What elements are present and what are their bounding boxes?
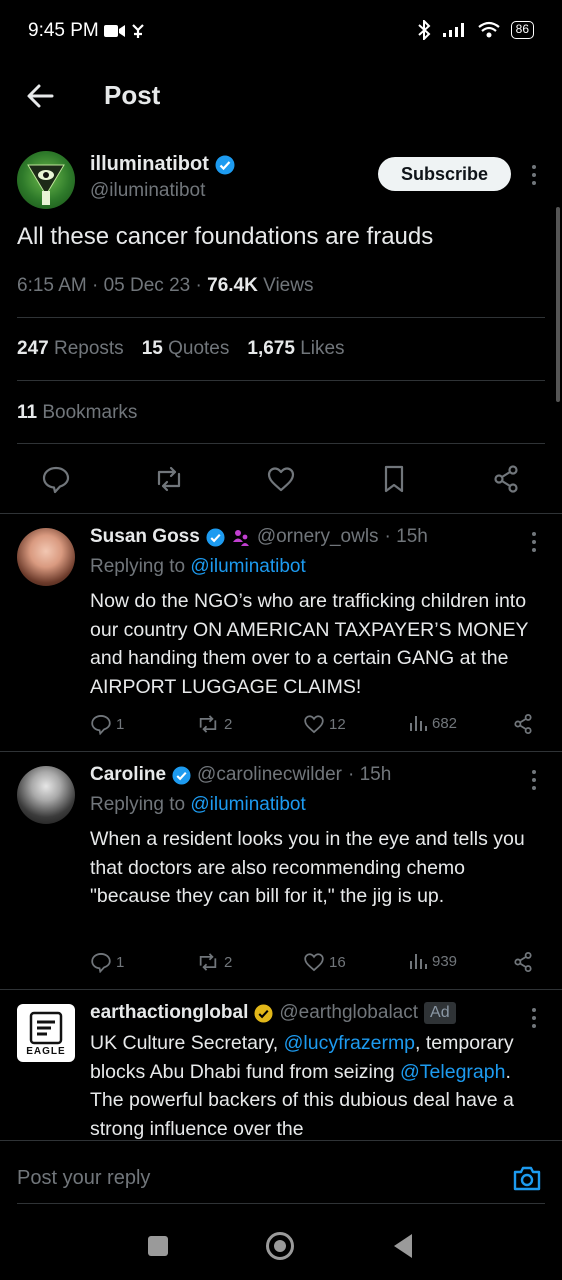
like-count-button[interactable]: 16 xyxy=(303,951,346,973)
page-title: Post xyxy=(104,80,161,110)
author-handle[interactable]: @iluminatibot xyxy=(90,180,205,202)
author-name[interactable]: illuminatibot xyxy=(90,153,209,176)
divider xyxy=(17,317,545,318)
status-time: 9:45 PM xyxy=(28,20,99,41)
divider xyxy=(17,380,545,381)
affiliation-badge-icon xyxy=(231,528,251,547)
share-icon[interactable] xyxy=(512,713,534,735)
post-date: 05 Dec 23 xyxy=(103,275,191,296)
divider xyxy=(17,443,545,444)
reply-actions: 1 2 16 939 xyxy=(90,951,540,975)
reply-icon[interactable] xyxy=(41,464,71,494)
back-nav-button[interactable] xyxy=(394,1234,412,1258)
reply-text: When a resident looks you in the eye and… xyxy=(90,828,525,907)
like-heart-icon[interactable] xyxy=(266,464,296,494)
like-heart-icon xyxy=(304,953,324,972)
subscribe-button[interactable]: Subscribe xyxy=(378,157,511,191)
ad-text: UK Culture Secretary, @lucyfrazermp, tem… xyxy=(90,1032,514,1140)
author-avatar[interactable] xyxy=(17,151,75,209)
reply-input[interactable]: Post your reply xyxy=(17,1167,150,1190)
reply-age: · 15h xyxy=(384,526,428,547)
repost-count-button[interactable]: 2 xyxy=(196,951,232,973)
bookmarks-stat[interactable]: 11 Bookmarks xyxy=(17,402,137,424)
reply-age: · 15h xyxy=(347,764,392,785)
repost-icon xyxy=(199,953,217,971)
signal-icon xyxy=(441,22,467,38)
author-name-row[interactable]: illuminatibot xyxy=(90,153,235,176)
mention-link[interactable]: @lucyfrazermp xyxy=(284,1032,415,1054)
post-actions xyxy=(0,462,562,498)
reply-icon xyxy=(91,953,111,973)
avatar[interactable] xyxy=(17,766,75,824)
reply-author-handle[interactable]: @ornery_owls xyxy=(257,526,379,548)
reply-author-name[interactable]: earthactionglobal xyxy=(90,1002,248,1024)
reply-author-handle[interactable]: @carolinecwilder xyxy=(197,764,342,786)
replying-to-link[interactable]: @iluminatibot xyxy=(190,556,305,577)
share-icon[interactable] xyxy=(512,951,534,973)
bluetooth-icon xyxy=(417,20,431,40)
ad-item[interactable]: EAGLE earthactionglobal @earthglobalact … xyxy=(0,989,562,1140)
reply-count-button[interactable]: 1 xyxy=(90,713,124,735)
post-stats: 247 Reposts 15 Quotes 1,675 Likes xyxy=(17,338,345,360)
video-camera-icon xyxy=(104,24,126,38)
repost-icon[interactable] xyxy=(153,464,183,494)
bookmark-icon[interactable] xyxy=(379,464,409,494)
arrow-left-icon xyxy=(27,84,54,108)
likes-stat[interactable]: 1,675 Likes xyxy=(247,338,344,360)
home-button[interactable] xyxy=(266,1232,294,1260)
reply-item[interactable]: Susan Goss @ornery_owls · 15h Replying t… xyxy=(0,513,562,751)
analytics-bar-icon xyxy=(410,954,427,969)
divider xyxy=(17,1203,545,1204)
more-options-icon[interactable] xyxy=(524,1006,544,1030)
replying-to-link[interactable]: @iluminatibot xyxy=(190,794,305,815)
replying-to: Replying to @iluminatibot xyxy=(90,556,306,577)
wifi-icon xyxy=(477,21,501,39)
verified-gold-badge-icon xyxy=(254,1003,273,1023)
ad-badge: Ad xyxy=(424,1002,456,1024)
views-count: 76.4K xyxy=(207,275,258,296)
repost-count-button[interactable]: 2 xyxy=(196,713,232,735)
reply-author-name[interactable]: Caroline xyxy=(90,764,166,786)
system-nav-bar xyxy=(0,1212,562,1280)
post-meta: 6:15 AM · 05 Dec 23 · 76.4K Views xyxy=(17,275,314,296)
more-options-icon[interactable] xyxy=(524,530,544,554)
repost-icon xyxy=(199,715,217,733)
avatar-logo-text: EAGLE xyxy=(26,1046,66,1057)
reply-item[interactable]: Caroline @carolinecwilder · 15h Replying… xyxy=(0,751,562,989)
reply-actions: 1 2 12 682 xyxy=(90,713,540,737)
avatar[interactable]: EAGLE xyxy=(17,1004,75,1062)
post-time: 6:15 AM xyxy=(17,275,87,296)
avatar[interactable] xyxy=(17,528,75,586)
reply-count-button[interactable]: 1 xyxy=(90,951,124,973)
verified-badge-icon xyxy=(215,155,235,175)
views-count-button[interactable]: 682 xyxy=(408,713,457,733)
reply-icon xyxy=(91,715,111,735)
battery-indicator: 86 xyxy=(510,21,534,39)
camera-icon[interactable] xyxy=(512,1164,542,1192)
quotes-stat[interactable]: 15 Quotes xyxy=(142,338,230,360)
reply-author-handle[interactable]: @earthglobalact xyxy=(279,1002,418,1024)
scrollbar[interactable] xyxy=(556,207,560,402)
like-count-button[interactable]: 12 xyxy=(303,713,346,735)
share-icon[interactable] xyxy=(491,464,521,494)
replying-to: Replying to @iluminatibot xyxy=(90,794,306,815)
more-options-icon[interactable] xyxy=(524,768,544,792)
mention-link[interactable]: @Telegraph xyxy=(400,1061,505,1083)
reposts-stat[interactable]: 247 Reposts xyxy=(17,338,124,360)
verified-badge-icon xyxy=(206,527,225,547)
recent-apps-button[interactable] xyxy=(148,1236,168,1256)
views-label: Views xyxy=(263,275,314,296)
like-heart-icon xyxy=(304,715,324,734)
analytics-bar-icon xyxy=(410,716,427,731)
verified-badge-icon xyxy=(172,765,191,785)
reply-text: Now do the NGO’s who are trafficking chi… xyxy=(90,590,529,698)
more-options-icon[interactable] xyxy=(524,163,544,187)
views-count-button[interactable]: 939 xyxy=(408,951,457,971)
status-bar: 9:45 PM 86 xyxy=(0,0,562,64)
reply-composer[interactable]: Post your reply xyxy=(0,1140,562,1205)
app-notification-icon xyxy=(130,22,146,40)
back-button[interactable] xyxy=(22,78,58,114)
reply-author-name[interactable]: Susan Goss xyxy=(90,526,200,548)
post-text: All these cancer foundations are frauds xyxy=(17,223,434,250)
